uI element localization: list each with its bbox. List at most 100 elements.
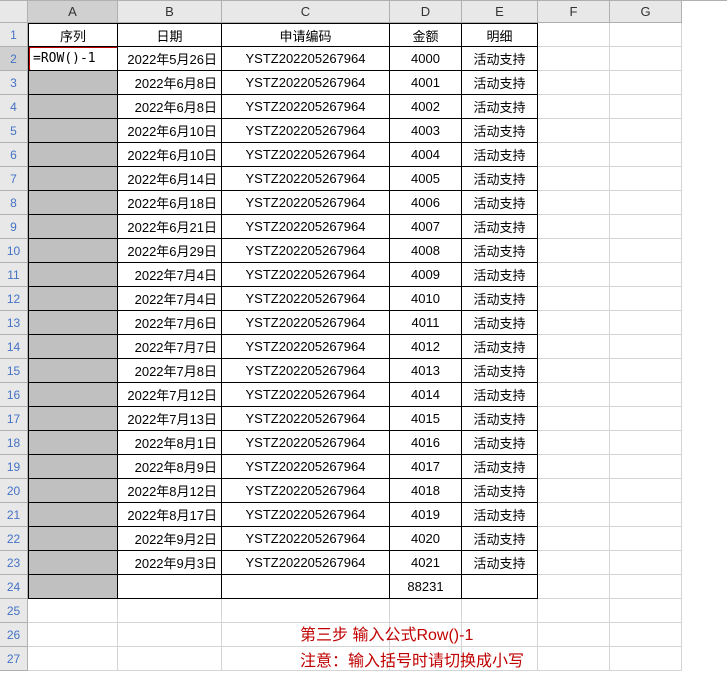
col-header-E[interactable]: E xyxy=(462,1,538,23)
cell-amount[interactable]: 4014 xyxy=(390,383,462,407)
cell-date[interactable]: 2022年6月10日 xyxy=(118,119,222,143)
cell-detail[interactable]: 活动支持 xyxy=(462,191,538,215)
cell-sequence[interactable] xyxy=(28,503,118,527)
cell-sequence[interactable] xyxy=(28,287,118,311)
cell-code[interactable]: YSTZ202205267964 xyxy=(222,215,390,239)
cell[interactable] xyxy=(610,407,682,431)
cell-date[interactable]: 2022年9月3日 xyxy=(118,551,222,575)
header-cell-code[interactable]: 申请编码 xyxy=(222,23,390,47)
cell-date[interactable]: 2022年8月9日 xyxy=(118,455,222,479)
cell-sequence[interactable] xyxy=(28,95,118,119)
row-header-18[interactable]: 18 xyxy=(0,431,28,455)
cell-code[interactable]: YSTZ202205267964 xyxy=(222,503,390,527)
cell-date[interactable]: 2022年7月12日 xyxy=(118,383,222,407)
cell-amount[interactable]: 4019 xyxy=(390,503,462,527)
cell[interactable] xyxy=(538,47,610,71)
cell-code[interactable]: YSTZ202205267964 xyxy=(222,47,390,71)
cell-date[interactable]: 2022年7月4日 xyxy=(118,287,222,311)
cell-detail[interactable]: 活动支持 xyxy=(462,215,538,239)
cell-amount[interactable]: 4018 xyxy=(390,479,462,503)
col-header-G[interactable]: G xyxy=(610,1,682,23)
cell-sequence[interactable] xyxy=(28,119,118,143)
cell-detail[interactable]: 活动支持 xyxy=(462,311,538,335)
row-header-1[interactable]: 1 xyxy=(0,23,28,47)
cell-detail[interactable]: 活动支持 xyxy=(462,95,538,119)
cell[interactable] xyxy=(538,95,610,119)
cell-code[interactable]: YSTZ202205267964 xyxy=(222,431,390,455)
cell-detail[interactable]: 活动支持 xyxy=(462,119,538,143)
cell-sequence[interactable] xyxy=(28,479,118,503)
row-header-26[interactable]: 26 xyxy=(0,623,28,647)
cell-sequence[interactable] xyxy=(28,407,118,431)
cell-sequence[interactable] xyxy=(28,215,118,239)
cell-amount[interactable]: 4001 xyxy=(390,71,462,95)
cell-sequence[interactable] xyxy=(28,551,118,575)
cell-detail[interactable]: 活动支持 xyxy=(462,239,538,263)
cell-code[interactable]: YSTZ202205267964 xyxy=(222,167,390,191)
cell-code[interactable] xyxy=(222,575,390,599)
cell[interactable] xyxy=(28,647,118,671)
row-header-14[interactable]: 14 xyxy=(0,335,28,359)
header-cell-amount[interactable]: 金额 xyxy=(390,23,462,47)
row-header-21[interactable]: 21 xyxy=(0,503,28,527)
cell-code[interactable]: YSTZ202205267964 xyxy=(222,455,390,479)
cell-date[interactable]: 2022年5月26日 xyxy=(118,47,222,71)
cell-date[interactable] xyxy=(118,575,222,599)
row-header-27[interactable]: 27 xyxy=(0,647,28,671)
row-header-7[interactable]: 7 xyxy=(0,167,28,191)
cell-detail[interactable]: 活动支持 xyxy=(462,455,538,479)
cell-amount[interactable]: 88231 xyxy=(390,575,462,599)
cell[interactable] xyxy=(610,287,682,311)
cell-sequence[interactable] xyxy=(28,431,118,455)
cell[interactable] xyxy=(538,431,610,455)
cell-code[interactable]: YSTZ202205267964 xyxy=(222,191,390,215)
cell-date[interactable]: 2022年7月13日 xyxy=(118,407,222,431)
cell-amount[interactable]: 4002 xyxy=(390,95,462,119)
cell[interactable] xyxy=(222,599,390,623)
cell[interactable] xyxy=(610,359,682,383)
cell-date[interactable]: 2022年8月1日 xyxy=(118,431,222,455)
cell-amount[interactable]: 4004 xyxy=(390,143,462,167)
row-header-23[interactable]: 23 xyxy=(0,551,28,575)
col-header-A[interactable]: A xyxy=(28,1,118,23)
cell-code[interactable]: YSTZ202205267964 xyxy=(222,407,390,431)
cell-detail[interactable]: 活动支持 xyxy=(462,287,538,311)
cell[interactable] xyxy=(538,263,610,287)
cell[interactable] xyxy=(610,599,682,623)
cell[interactable] xyxy=(610,623,682,647)
cell-date[interactable]: 2022年7月7日 xyxy=(118,335,222,359)
cell-detail[interactable]: 活动支持 xyxy=(462,383,538,407)
cell-sequence[interactable] xyxy=(28,167,118,191)
cell-code[interactable]: YSTZ202205267964 xyxy=(222,311,390,335)
cell[interactable] xyxy=(610,143,682,167)
cell-amount[interactable]: 4003 xyxy=(390,119,462,143)
cell[interactable] xyxy=(538,143,610,167)
cell-detail[interactable] xyxy=(462,575,538,599)
row-header-16[interactable]: 16 xyxy=(0,383,28,407)
cell-code[interactable]: YSTZ202205267964 xyxy=(222,359,390,383)
cell[interactable] xyxy=(538,191,610,215)
cell-date[interactable]: 2022年7月4日 xyxy=(118,263,222,287)
cell-sequence[interactable] xyxy=(28,575,118,599)
cell[interactable] xyxy=(610,575,682,599)
header-cell-sequence[interactable]: 序列 xyxy=(28,23,118,47)
row-header-8[interactable]: 8 xyxy=(0,191,28,215)
row-header-9[interactable]: 9 xyxy=(0,215,28,239)
cell-sequence[interactable] xyxy=(28,71,118,95)
cell-amount[interactable]: 4008 xyxy=(390,239,462,263)
cell-amount[interactable]: 4016 xyxy=(390,431,462,455)
cell-code[interactable]: YSTZ202205267964 xyxy=(222,287,390,311)
active-cell[interactable]: =ROW()-1 xyxy=(28,47,118,71)
cell-amount[interactable]: 4009 xyxy=(390,263,462,287)
cell[interactable] xyxy=(610,503,682,527)
cell-detail[interactable]: 活动支持 xyxy=(462,479,538,503)
row-header-6[interactable]: 6 xyxy=(0,143,28,167)
cell-detail[interactable]: 活动支持 xyxy=(462,47,538,71)
row-header-2[interactable]: 2 xyxy=(0,47,28,71)
cell-detail[interactable]: 活动支持 xyxy=(462,143,538,167)
cell[interactable] xyxy=(538,23,610,47)
cell-date[interactable]: 2022年7月6日 xyxy=(118,311,222,335)
row-header-24[interactable]: 24 xyxy=(0,575,28,599)
cell-date[interactable]: 2022年6月8日 xyxy=(118,95,222,119)
cell[interactable] xyxy=(610,215,682,239)
